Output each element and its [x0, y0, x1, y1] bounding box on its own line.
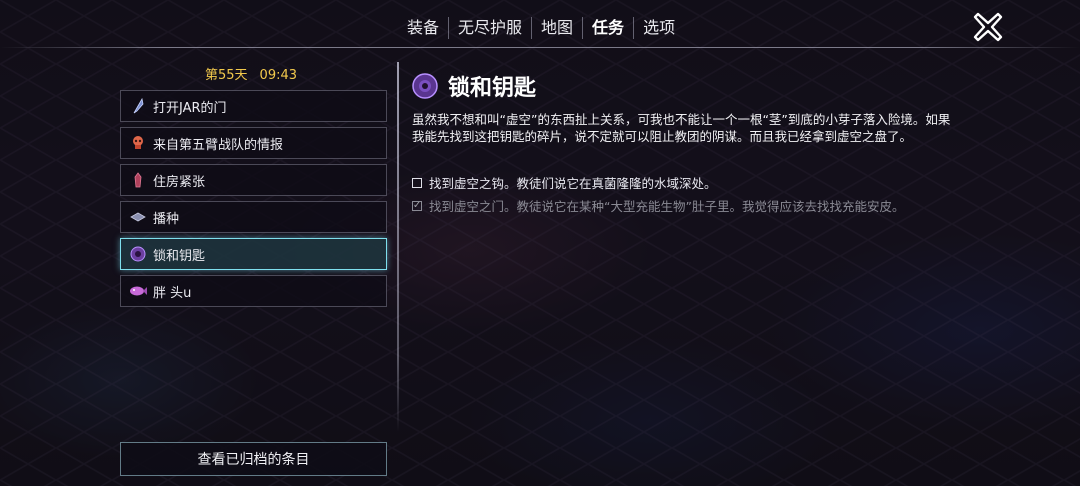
skull-icon — [129, 134, 147, 152]
void-orb-icon — [412, 73, 438, 99]
objective-text: 找到虚空之钩。教徒们说它在真菌隆隆的水域深处。 — [429, 176, 717, 191]
quest-item-open-jar-door[interactable]: 打开JAR的门 — [120, 90, 387, 122]
view-archived-button[interactable]: 查看已归档的条目 — [120, 442, 387, 476]
clock: 09:43 — [259, 68, 298, 83]
quest-label: 播种 — [153, 211, 180, 227]
quest-label: 打开JAR的门 — [153, 100, 227, 116]
objective-text: 找到虚空之门。教徒说它在某种“大型充能生物”肚子里。我觉得应该去找找充能安皮。 — [429, 199, 905, 214]
close-x-icon — [973, 12, 1003, 42]
top-divider — [0, 47, 1080, 48]
game-screen: 装备 无尽护服 地图 任务 选项 第55天 09:43 打开JAR的门 来自第五臂… — [0, 0, 1080, 486]
tab-equipment[interactable]: 装备 — [398, 17, 448, 39]
fish-icon — [129, 282, 147, 300]
quest-label: 住房紧张 — [153, 174, 206, 190]
crystal-icon — [129, 171, 147, 189]
tab-suit[interactable]: 无尽护服 — [448, 17, 531, 39]
day-time-display: 第55天 09:43 — [205, 64, 309, 83]
close-button[interactable] — [972, 11, 1004, 43]
feather-icon — [129, 97, 147, 115]
quest-list: 打开JAR的门 来自第五臂战队的情报 住房紧张 播种 锁和钥匙 胖 头u — [120, 90, 387, 312]
quest-item-fathead[interactable]: 胖 头u — [120, 275, 387, 307]
checkbox-checked-icon: ✓ — [412, 199, 422, 211]
tab-map[interactable]: 地图 — [531, 17, 582, 39]
objective-item: 找到虚空之钩。教徒们说它在真菌隆隆的水域深处。 — [412, 173, 717, 192]
tab-quests[interactable]: 任务 — [582, 17, 633, 39]
quest-item-lock-and-key[interactable]: 锁和钥匙 — [120, 238, 387, 270]
top-nav: 装备 无尽护服 地图 任务 选项 — [398, 10, 684, 46]
quest-description: 虽然我不想和叫“虚空”的东西扯上关系，可我也不能让一个一根“茎”到底的小芽子落入… — [412, 112, 951, 144]
quest-label: 来自第五臂战队的情报 — [153, 137, 284, 153]
quest-item-sowing[interactable]: 播种 — [120, 201, 387, 233]
day-counter: 第55天 — [205, 68, 248, 83]
quest-item-housing-shortage[interactable]: 住房紧张 — [120, 164, 387, 196]
quest-label: 胖 头u — [153, 285, 192, 301]
quest-label: 锁和钥匙 — [153, 248, 206, 264]
void-orb-icon — [129, 245, 147, 263]
quest-title-row: 锁和钥匙 — [412, 70, 536, 102]
quest-item-fifth-arm-intel[interactable]: 来自第五臂战队的情报 — [120, 127, 387, 159]
tab-options[interactable]: 选项 — [633, 17, 684, 39]
checkbox-unchecked-icon — [412, 177, 422, 188]
quest-title: 锁和钥匙 — [448, 76, 537, 101]
objective-item-completed: ✓ 找到虚空之门。教徒说它在某种“大型充能生物”肚子里。我觉得应该去找找充能安皮… — [412, 196, 904, 215]
panel-divider — [397, 62, 399, 432]
seed-icon — [129, 208, 147, 226]
